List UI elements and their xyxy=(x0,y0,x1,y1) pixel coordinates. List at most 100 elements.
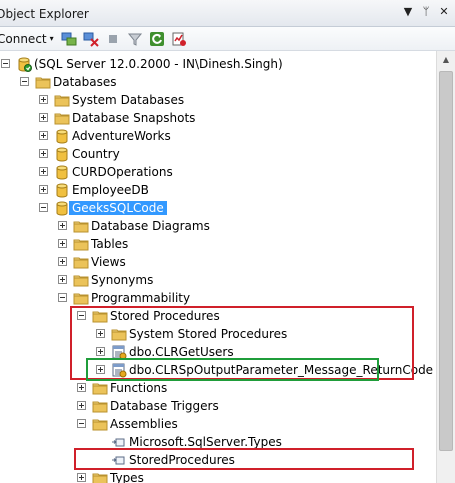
folder-icon xyxy=(92,416,108,432)
expand-icon[interactable] xyxy=(96,365,105,374)
chevron-down-icon: ▾ xyxy=(49,34,54,43)
window-controls: ▼ ᛘ ✕ xyxy=(401,5,451,19)
collapse-icon[interactable] xyxy=(1,59,10,68)
stop-icon[interactable] xyxy=(104,30,122,48)
tree-node-stored-procedures[interactable]: Stored Procedures xyxy=(0,307,436,325)
assembly-icon xyxy=(111,452,127,468)
expand-icon[interactable] xyxy=(58,221,67,230)
expand-icon[interactable] xyxy=(58,257,67,266)
tree-node-label: dbo.CLRGetUsers xyxy=(129,345,234,359)
folder-icon xyxy=(35,74,51,90)
tree-node-storedprocedures[interactable]: StoredProcedures xyxy=(0,451,436,469)
tree-node-label: dbo.CLRSpOutputParameter_Message_ReturnC… xyxy=(129,363,434,377)
tree-node-label: Database Diagrams xyxy=(91,219,210,233)
tree-node-sql-server-12-0-2000-in-dinesh-singh[interactable]: (SQL Server 12.0.2000 - IN\Dinesh.Singh) xyxy=(0,55,436,73)
expand-icon[interactable] xyxy=(39,149,48,158)
folder-icon xyxy=(92,398,108,414)
tree-node-label: Views xyxy=(91,255,126,269)
tree-node-assemblies[interactable]: Assemblies xyxy=(0,415,436,433)
expand-icon[interactable] xyxy=(39,185,48,194)
tree-node-geekssqlcode[interactable]: GeeksSQLCode xyxy=(0,199,436,217)
tree-node-label: GeeksSQLCode xyxy=(69,201,167,215)
tree-node-programmability[interactable]: Programmability xyxy=(0,289,436,307)
folder-icon xyxy=(73,290,89,306)
folder-icon xyxy=(73,254,89,270)
tree-node-dbo-clrgetusers[interactable]: dbo.CLRGetUsers xyxy=(0,343,436,361)
expand-icon[interactable] xyxy=(39,131,48,140)
server-icon xyxy=(16,56,32,72)
tree-node-label: Database Triggers xyxy=(110,399,219,413)
tree-node-database-diagrams[interactable]: Database Diagrams xyxy=(0,217,436,235)
tree-node-label: Country xyxy=(72,147,120,161)
tree-node-system-stored-procedures[interactable]: System Stored Procedures xyxy=(0,325,436,343)
database-icon xyxy=(54,146,70,162)
tree-node-types[interactable]: Types xyxy=(0,469,436,483)
folder-icon xyxy=(54,92,70,108)
stored-procedure-icon xyxy=(111,344,127,360)
tree-node-label: System Databases xyxy=(72,93,185,107)
tree-node-database-triggers[interactable]: Database Triggers xyxy=(0,397,436,415)
connect-label: Connect xyxy=(0,31,47,46)
collapse-icon[interactable] xyxy=(77,311,86,320)
tree-node-functions[interactable]: Functions xyxy=(0,379,436,397)
tree-node-label: Databases xyxy=(53,75,117,89)
tree-node-views[interactable]: Views xyxy=(0,253,436,271)
expand-icon[interactable] xyxy=(39,167,48,176)
vertical-scrollbar[interactable]: ▲ xyxy=(436,51,455,483)
tree-node-label: EmployeeDB xyxy=(72,183,149,197)
tree-node-employeedb[interactable]: EmployeeDB xyxy=(0,181,436,199)
tree-node-label: Functions xyxy=(110,381,168,395)
expand-icon[interactable] xyxy=(77,473,86,482)
folder-icon xyxy=(54,110,70,126)
tree-node-label: Assemblies xyxy=(110,417,178,431)
tree-node-label: System Stored Procedures xyxy=(129,327,288,341)
tree-node-synonyms[interactable]: Synonyms xyxy=(0,271,436,289)
expand-icon[interactable] xyxy=(58,275,67,284)
tree-node-database-snapshots[interactable]: Database Snapshots xyxy=(0,109,436,127)
expand-icon[interactable] xyxy=(39,95,48,104)
expand-icon[interactable] xyxy=(58,239,67,248)
tree-node-country[interactable]: Country xyxy=(0,145,436,163)
tree-node-label: Stored Procedures xyxy=(110,309,220,323)
database-icon xyxy=(54,128,70,144)
dropdown-icon[interactable]: ▼ xyxy=(401,5,415,19)
connect-object-explorer-icon[interactable] xyxy=(60,30,78,48)
tree-node-label: StoredProcedures xyxy=(129,453,235,467)
tree-node-tables[interactable]: Tables xyxy=(0,235,436,253)
refresh-icon[interactable] xyxy=(148,30,166,48)
close-icon[interactable]: ✕ xyxy=(437,5,451,19)
expand-icon[interactable] xyxy=(96,347,105,356)
expand-icon[interactable] xyxy=(77,383,86,392)
disconnect-icon[interactable] xyxy=(82,30,100,48)
connect-button[interactable]: Connect ▾ xyxy=(0,32,60,46)
expand-icon[interactable] xyxy=(39,113,48,122)
assembly-icon xyxy=(111,434,127,450)
tree-node-label: AdventureWorks xyxy=(72,129,171,143)
tree-node-microsoft-sqlserver-types[interactable]: Microsoft.SqlServer.Types xyxy=(0,433,436,451)
tree-node-dbo-clrspoutputparameter-message-returncode[interactable]: dbo.CLRSpOutputParameter_Message_ReturnC… xyxy=(0,361,436,379)
scroll-thumb[interactable] xyxy=(439,71,453,451)
pin-icon[interactable]: ᛘ xyxy=(419,5,433,19)
object-explorer-tree: (SQL Server 12.0.2000 - IN\Dinesh.Singh)… xyxy=(0,51,436,483)
tree-node-system-databases[interactable]: System Databases xyxy=(0,91,436,109)
folder-icon xyxy=(92,470,108,483)
folder-icon xyxy=(73,218,89,234)
tree-node-curdoperations[interactable]: CURDOperations xyxy=(0,163,436,181)
expand-icon[interactable] xyxy=(77,401,86,410)
tree-node-label: (SQL Server 12.0.2000 - IN\Dinesh.Singh) xyxy=(34,57,283,71)
collapse-icon[interactable] xyxy=(58,293,67,302)
filter-icon[interactable] xyxy=(126,30,144,48)
tree-node-adventureworks[interactable]: AdventureWorks xyxy=(0,127,436,145)
folder-icon xyxy=(73,236,89,252)
database-icon xyxy=(54,200,70,216)
folder-icon xyxy=(111,326,127,342)
database-icon xyxy=(54,164,70,180)
collapse-icon[interactable] xyxy=(20,77,29,86)
collapse-icon[interactable] xyxy=(77,419,86,428)
collapse-icon[interactable] xyxy=(39,203,48,212)
scroll-up-icon[interactable]: ▲ xyxy=(439,53,453,67)
tree-node-databases[interactable]: Databases xyxy=(0,73,436,91)
expand-icon[interactable] xyxy=(96,329,105,338)
tree-node-label: Synonyms xyxy=(91,273,154,287)
activity-monitor-icon[interactable] xyxy=(170,30,188,48)
